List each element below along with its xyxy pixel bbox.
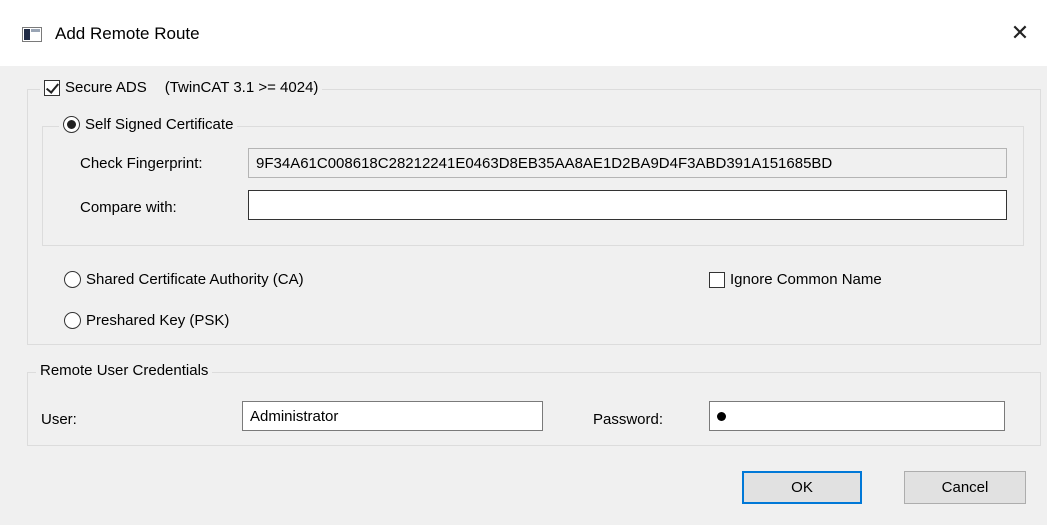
close-button[interactable]: ✕ bbox=[1005, 18, 1035, 48]
ignore-common-name-checkbox[interactable] bbox=[709, 271, 725, 288]
credentials-group: Remote User Credentials User: Administra… bbox=[27, 362, 1041, 446]
psk-radio[interactable] bbox=[64, 312, 81, 329]
cancel-label: Cancel bbox=[941, 479, 989, 496]
secure-ads-group: Secure ADS (TwinCAT 3.1 >= 4024) Self Si… bbox=[27, 79, 1041, 345]
psk-option[interactable]: Preshared Key (PSK) bbox=[64, 312, 229, 329]
shared-ca-label[interactable]: Shared Certificate Authority (CA) bbox=[86, 271, 304, 288]
shared-ca-option[interactable]: Shared Certificate Authority (CA) bbox=[64, 271, 304, 288]
user-input[interactable]: Administrator bbox=[242, 401, 543, 431]
password-label: Password: bbox=[593, 411, 664, 428]
fingerprint-field: 9F34A61C008618C28212241E0463D8EB35AA8AE1… bbox=[248, 148, 1007, 178]
fingerprint-label: Check Fingerprint: bbox=[80, 155, 203, 172]
secure-ads-label[interactable]: Secure ADS bbox=[65, 79, 147, 96]
ok-label: OK bbox=[791, 479, 813, 496]
close-icon: ✕ bbox=[1010, 20, 1030, 45]
psk-label[interactable]: Preshared Key (PSK) bbox=[86, 312, 229, 329]
compare-with-label: Compare with: bbox=[80, 199, 177, 216]
secure-ads-version-note: (TwinCAT 3.1 >= 4024) bbox=[164, 79, 319, 96]
user-value: Administrator bbox=[250, 407, 339, 425]
dialog-body: Secure ADS (TwinCAT 3.1 >= 4024) Self Si… bbox=[0, 66, 1047, 525]
secure-ads-header: Secure ADS (TwinCAT 3.1 >= 4024) bbox=[40, 79, 323, 96]
shared-ca-radio[interactable] bbox=[64, 271, 81, 288]
self-signed-radio[interactable] bbox=[63, 116, 80, 133]
user-label: User: bbox=[41, 411, 77, 428]
self-signed-group: Self Signed Certificate Check Fingerprin… bbox=[42, 116, 1024, 246]
window-app-icon bbox=[22, 27, 42, 42]
window-title: Add Remote Route bbox=[55, 24, 200, 43]
compare-with-input[interactable] bbox=[248, 190, 1007, 220]
self-signed-label[interactable]: Self Signed Certificate bbox=[85, 116, 233, 133]
ignore-common-name-label[interactable]: Ignore Common Name bbox=[730, 271, 882, 288]
cancel-button[interactable]: Cancel bbox=[904, 471, 1026, 504]
password-mask bbox=[717, 411, 726, 421]
password-input[interactable] bbox=[709, 401, 1005, 431]
fingerprint-value: 9F34A61C008618C28212241E0463D8EB35AA8AE1… bbox=[256, 154, 833, 172]
credentials-title: Remote User Credentials bbox=[36, 362, 213, 379]
self-signed-header: Self Signed Certificate bbox=[59, 116, 238, 133]
ignore-common-name-option[interactable]: Ignore Common Name bbox=[709, 271, 882, 288]
ok-button[interactable]: OK bbox=[742, 471, 862, 504]
secure-ads-checkbox[interactable] bbox=[44, 79, 60, 96]
title-bar: Add Remote Route ✕ bbox=[0, 0, 1047, 66]
